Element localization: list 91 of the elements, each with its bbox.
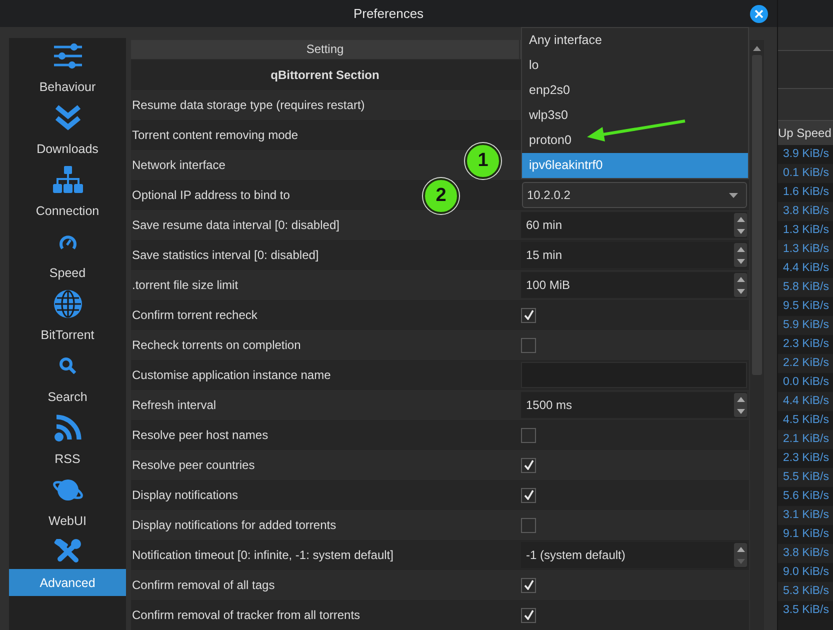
setting-label: Resolve peer countries xyxy=(131,458,255,472)
setting-label: Resume data storage type (requires restart) xyxy=(131,98,365,112)
checkbox[interactable] xyxy=(521,518,536,532)
speed-cell: 2.1 KiB/s xyxy=(778,430,833,449)
up-arrow-icon[interactable] xyxy=(753,46,761,51)
dropdown-option[interactable]: enp2s0 xyxy=(522,78,748,103)
check-icon xyxy=(524,610,534,620)
spin-buttons[interactable] xyxy=(734,243,747,267)
speed-cell: 3.8 KiB/s xyxy=(778,202,833,221)
speed-cell: 3.8 KiB/s xyxy=(778,544,833,563)
setting-label: Optional IP address to bind to xyxy=(131,188,290,202)
speed-cell: 5.3 KiB/s xyxy=(778,582,833,601)
spin-buttons[interactable] xyxy=(734,393,747,417)
checkbox[interactable] xyxy=(521,578,536,592)
double-chevron-down-icon xyxy=(54,104,80,132)
checkbox[interactable] xyxy=(521,308,536,322)
setting-label: Resolve peer host names xyxy=(131,428,268,442)
check-icon xyxy=(524,580,534,590)
checkbox[interactable] xyxy=(521,458,536,472)
checkbox[interactable] xyxy=(521,338,536,352)
setting-label: Recheck torrents on completion xyxy=(131,338,301,352)
spin-buttons[interactable] xyxy=(734,543,747,567)
column-header[interactable]: Up Speed xyxy=(778,121,833,145)
sidebar-item[interactable]: BitTorrent xyxy=(9,286,126,348)
tools-icon xyxy=(54,538,82,564)
sidebar-item[interactable]: Advanced xyxy=(9,534,126,596)
dropdown-option[interactable]: ipv6leakintrf0 xyxy=(522,153,748,178)
sliders-icon xyxy=(52,42,82,68)
setting-label: Confirm torrent recheck xyxy=(131,308,258,322)
spin-buttons[interactable] xyxy=(734,273,747,297)
section-title: qBittorrent Section xyxy=(270,68,380,82)
globe-icon xyxy=(52,288,82,318)
setting-label: Torrent content removing mode xyxy=(131,128,298,142)
setting-label: Save resume data interval [0: disabled] xyxy=(131,218,340,232)
setting-label: Display notifications for added torrents xyxy=(131,518,336,532)
gauge-icon xyxy=(58,234,76,250)
close-button[interactable] xyxy=(750,4,768,22)
setting-label: Display notifications xyxy=(131,488,238,502)
search-icon xyxy=(59,357,76,374)
setting-label: Network interface xyxy=(131,158,226,172)
spin-box[interactable]: 60 min xyxy=(521,212,747,238)
sidebar-item[interactable]: WebUI xyxy=(9,472,126,534)
setting-label: Refresh interval xyxy=(131,398,216,412)
speed-cell: 0.1 KiB/s xyxy=(778,164,833,183)
dropdown-option[interactable]: wlp3s0 xyxy=(522,103,748,128)
speed-cell: 2.2 KiB/s xyxy=(778,354,833,373)
setting-label: Confirm removal of all tags xyxy=(131,578,275,592)
speed-cell: 3.1 KiB/s xyxy=(778,506,833,525)
spin-box[interactable]: 1500 ms xyxy=(521,392,747,418)
checkbox[interactable] xyxy=(521,488,536,502)
checkbox[interactable] xyxy=(521,608,536,622)
up-arrow-icon xyxy=(736,216,744,222)
spin-box[interactable]: -1 (system default) xyxy=(521,542,747,568)
check-icon xyxy=(524,490,534,500)
caret-icon xyxy=(729,192,738,198)
spin-buttons[interactable] xyxy=(734,213,747,237)
setting-label: Confirm removal of tracker from all torrents xyxy=(131,608,360,622)
setting-label: Notification timeout [0: infinite, -1: system default] xyxy=(131,548,394,562)
checkbox[interactable] xyxy=(521,428,536,442)
dropdown-option[interactable]: Any interface xyxy=(522,28,748,53)
check-icon xyxy=(524,460,534,470)
speed-cell: 5.8 KiB/s xyxy=(778,278,833,297)
dropdown-option[interactable]: proton0 xyxy=(522,128,748,153)
setting-label: .torrent file size limit xyxy=(131,278,238,292)
window-title: Preferences xyxy=(353,6,424,21)
column-header: Setting xyxy=(131,40,520,59)
dropdown-option[interactable]: lo xyxy=(522,53,748,78)
sidebar-item[interactable]: Speed xyxy=(9,224,126,286)
spin-box[interactable]: 15 min xyxy=(521,242,747,268)
sidebar-item[interactable]: Connection xyxy=(9,162,126,224)
sidebar-item[interactable]: Search xyxy=(9,348,126,410)
scrollbar[interactable] xyxy=(750,40,764,630)
sidebar-item[interactable]: Downloads xyxy=(9,100,126,162)
rss-icon xyxy=(54,414,82,442)
speed-cell: 5.5 KiB/s xyxy=(778,468,833,487)
spin-box[interactable]: 100 MiB xyxy=(521,272,747,298)
speed-cell: 5.9 KiB/s xyxy=(778,316,833,335)
check-icon xyxy=(524,310,534,320)
speed-cell: 4.4 KiB/s xyxy=(778,392,833,411)
close-icon xyxy=(750,4,768,22)
setting-label: Save statistics interval [0: disabled] xyxy=(131,248,319,262)
sidebar-item[interactable]: RSS xyxy=(9,410,126,472)
up-arrow-icon xyxy=(736,246,744,252)
combo-box[interactable]: 10.2.0.2 xyxy=(522,182,747,208)
setting-label: Customise application instance name xyxy=(131,368,331,382)
up-arrow-icon xyxy=(736,396,744,402)
up-arrow-icon xyxy=(736,276,744,282)
up-arrow-icon xyxy=(736,546,744,552)
speed-cell: 1.3 KiB/s xyxy=(778,240,833,259)
network-icon xyxy=(52,166,84,193)
sidebar-item[interactable]: Behaviour xyxy=(9,38,126,100)
